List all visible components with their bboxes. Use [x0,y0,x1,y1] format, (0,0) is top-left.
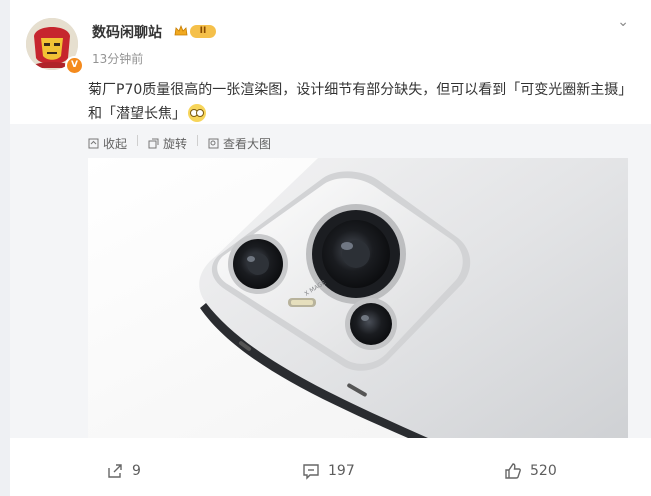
like-icon [505,463,521,479]
post-text-content: 菊厂P70质量很高的一张渲染图，设计细节有部分缺失，但可以看到「可变光圈新主摄」… [88,82,633,122]
divider [197,135,199,146]
share-icon [108,464,122,478]
share-count: 9 [132,463,141,479]
post-image[interactable]: X MAGE [88,158,628,438]
post-text: 菊厂P70质量很高的一张渲染图，设计细节有部分缺失，但可以看到「可变光圈新主摄」… [88,78,644,126]
emoji-icon [188,104,206,122]
post-time[interactable]: 13分钟前 [92,50,143,67]
collapse-label: 收起 [103,137,128,151]
zoom-icon [208,138,219,149]
verified-badge: V [65,56,84,75]
chevron-down-icon[interactable]: ⌄ [617,14,629,30]
post-card: ⌄ V 数码闲聊站 II 13分钟前 菊厂P70质量很高的一张渲染图，设计细节有… [10,0,651,496]
rotate-button[interactable]: 旋转 [148,135,187,152]
comment-count: 197 [328,463,355,479]
collapse-button[interactable]: 收起 [88,135,127,152]
level-badge: II [190,25,216,38]
author-name[interactable]: 数码闲聊站 [92,22,162,42]
collapse-icon [88,138,99,149]
view-large-button[interactable]: 查看大图 [208,135,271,152]
like-button[interactable]: 520 [504,462,557,480]
view-large-label: 查看大图 [223,137,272,151]
image-toolbar: 收起 旋转 查看大图 [88,135,271,152]
like-count: 520 [530,463,557,479]
rotate-icon [148,138,159,149]
divider [137,135,139,146]
share-button[interactable]: 9 [106,462,141,480]
comment-button[interactable]: 197 [302,462,355,480]
crown-icon [174,25,188,36]
phone-render-image: X MAGE [88,158,628,438]
comment-icon [303,464,319,480]
rotate-label: 旋转 [163,137,188,151]
